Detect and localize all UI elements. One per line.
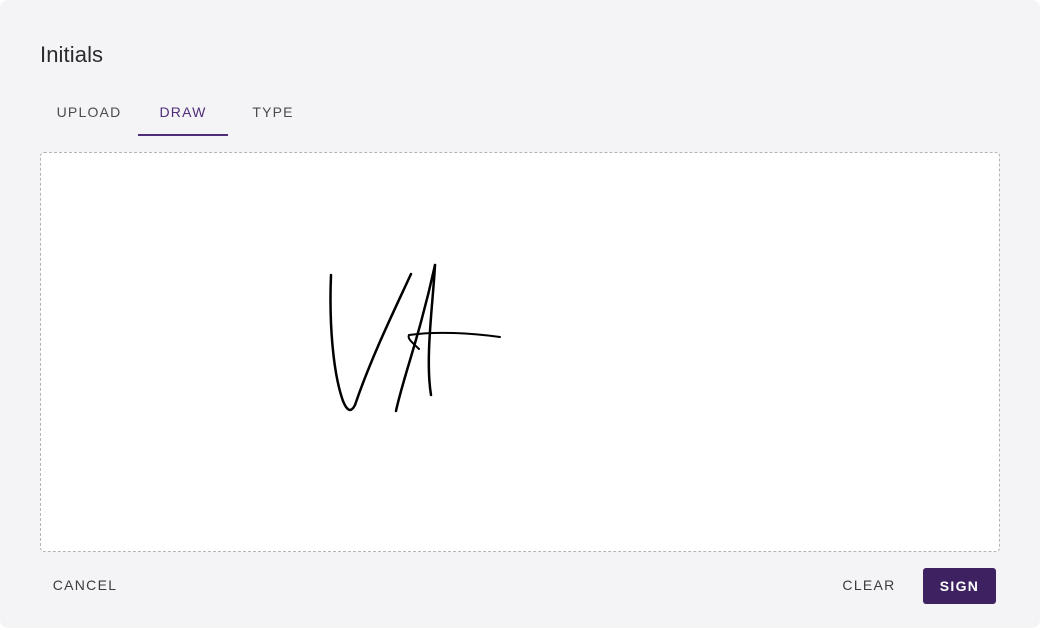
drawn-initials	[329, 263, 501, 413]
initials-dialog: Initials UPLOAD DRAW TYPE CANCEL CLEAR S…	[0, 0, 1040, 628]
cancel-button[interactable]: CANCEL	[40, 567, 130, 603]
initials-stroke-v	[329, 272, 413, 412]
initials-stroke-a-cross	[407, 331, 501, 350]
sign-button[interactable]: SIGN	[923, 568, 996, 604]
clear-button[interactable]: CLEAR	[826, 567, 912, 603]
dialog-title: Initials	[40, 42, 104, 67]
signature-method-tabs: UPLOAD DRAW TYPE	[40, 88, 318, 136]
tab-type[interactable]: TYPE	[228, 88, 318, 136]
tab-draw[interactable]: DRAW	[138, 88, 228, 136]
tab-upload[interactable]: UPLOAD	[40, 88, 138, 136]
drawing-canvas[interactable]	[40, 152, 1000, 552]
